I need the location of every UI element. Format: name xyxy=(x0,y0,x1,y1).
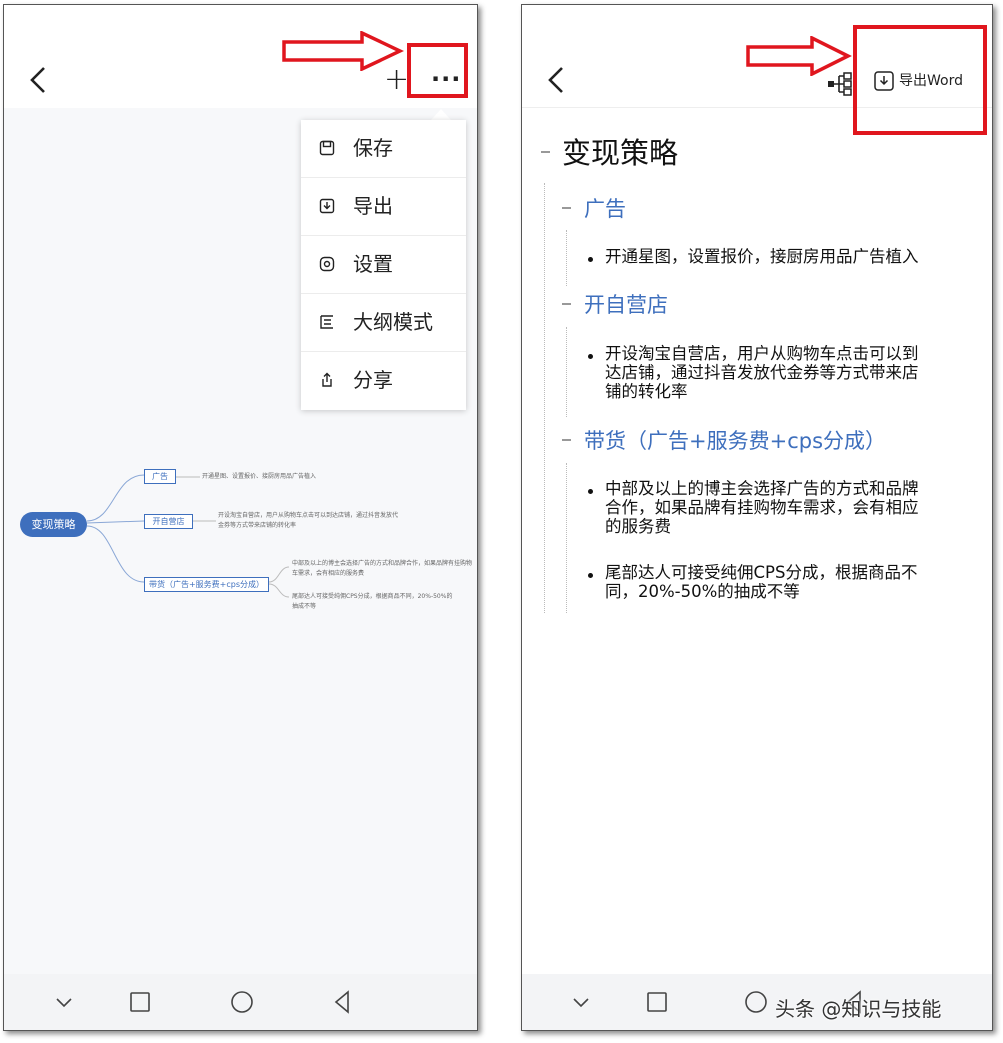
settings-icon xyxy=(319,256,335,272)
guide-line xyxy=(566,463,567,613)
outline-text-store-1[interactable]: 开设淘宝自营店，用户从购物车点击可以到 xyxy=(605,344,955,363)
highlight-box-more xyxy=(407,43,468,98)
outline-text-store-3[interactable]: 铺的转化率 xyxy=(605,382,955,401)
collapse-dash[interactable] xyxy=(541,151,550,153)
mindmap-text-ad: 开通星图、设置报价、接厨房用品广告植入 xyxy=(202,473,317,480)
bullet-dot xyxy=(588,573,593,578)
menu-label-share: 分享 xyxy=(353,368,393,392)
mindmap-node-store[interactable]: 开自营店 xyxy=(144,514,193,529)
outline-text-goods1-1[interactable]: 中部及以上的博主会选择广告的方式和品牌 xyxy=(605,479,955,498)
mindmap-text-goods-1: 中部及以上的博主会选择广告的方式和品牌合作，如果品牌有挂购物 xyxy=(292,560,473,567)
menu-caret xyxy=(431,109,451,120)
red-arrow-icon xyxy=(746,36,852,76)
outline-text-store-2[interactable]: 达店铺，通过抖音发放代金券等方式带来店 xyxy=(605,363,955,382)
bullet-dot xyxy=(588,257,593,262)
menu-label-settings: 设置 xyxy=(353,252,393,276)
mindmap-node-ad[interactable]: 广告 xyxy=(144,469,176,484)
mindmap-root[interactable]: 变现策略 xyxy=(20,512,87,537)
menu-label-save: 保存 xyxy=(353,136,393,160)
guide-line xyxy=(566,230,567,286)
outline-text-goods2-1[interactable]: 尾部达人可接受纯佣CPS分成，根据商品不 xyxy=(605,563,955,582)
more-menu: 保存 导出 设置 大纲模式 分享 xyxy=(301,120,466,410)
system-nav-bar xyxy=(4,974,477,1030)
menu-label-export: 导出 xyxy=(353,194,393,218)
save-icon xyxy=(319,140,335,156)
chevron-down-icon[interactable] xyxy=(567,988,595,1016)
export-icon xyxy=(319,198,335,214)
menu-label-outline: 大纲模式 xyxy=(353,310,433,334)
guide-line xyxy=(544,183,545,613)
red-arrow-icon xyxy=(282,31,404,71)
menu-item-export[interactable]: 导出 xyxy=(301,178,466,236)
phone-right: 导出Word 变现策略 广告 开通星图，设置报价，接厨房用品广告植入 开自营店 … xyxy=(521,4,993,1031)
mindmap-text-goods-3: 尾部达人可接受纯佣CPS分成，根据商品不同，20%-50%的 xyxy=(292,593,453,600)
outline-heading-ad[interactable]: 广告 xyxy=(584,196,626,222)
share-icon xyxy=(322,372,332,387)
outline-text-goods1-3[interactable]: 的服务费 xyxy=(605,517,955,536)
chevron-down-icon[interactable] xyxy=(50,988,78,1016)
menu-item-share[interactable]: 分享 xyxy=(301,352,466,410)
menu-item-settings[interactable]: 设置 xyxy=(301,236,466,294)
recents-icon[interactable] xyxy=(643,988,671,1016)
collapse-dash[interactable] xyxy=(562,439,571,441)
bullet-dot xyxy=(588,354,593,359)
mindmap-text-store-2: 金券等方式带来店铺的转化率 xyxy=(218,522,297,529)
guide-line xyxy=(566,327,567,417)
menu-item-save[interactable]: 保存 xyxy=(301,120,466,178)
outline-heading-goods[interactable]: 带货（广告+服务费+cps分成） xyxy=(584,428,886,454)
watermark: 头条 @知识与技能 xyxy=(775,997,942,1021)
outline-text-goods2-2[interactable]: 同，20%-50%的抽成不等 xyxy=(605,582,955,601)
home-icon[interactable] xyxy=(742,988,770,1016)
back-nav-icon[interactable] xyxy=(328,988,356,1016)
outline-title[interactable]: 变现策略 xyxy=(562,135,678,171)
collapse-dash[interactable] xyxy=(562,303,571,305)
back-icon[interactable] xyxy=(544,65,570,95)
home-icon[interactable] xyxy=(228,988,256,1016)
menu-item-outline[interactable]: 大纲模式 xyxy=(301,294,466,352)
phone-left: + ··· 变现策略 广告 开通星图、设置报价、接厨房用品广告植入 开自营店 开… xyxy=(3,4,478,1031)
outline-heading-store[interactable]: 开自营店 xyxy=(584,292,668,318)
mindmap-text-goods-2: 车需求，会有相应的服务费 xyxy=(292,570,365,577)
outline-text-goods1-2[interactable]: 合作，如果品牌有挂购物车需求，会有相应 xyxy=(605,498,955,517)
mindmap-node-goods[interactable]: 带货（广告+服务费+cps分成） xyxy=(144,577,269,592)
outline-icon xyxy=(320,315,333,329)
mindmap-text-store-1: 开设淘宝自营店，用户从购物车点击可以到达店铺，通过抖音发放代 xyxy=(218,512,399,519)
highlight-box-export xyxy=(853,25,987,135)
recents-icon[interactable] xyxy=(126,988,154,1016)
outline-text-ad[interactable]: 开通星图，设置报价，接厨房用品广告植入 xyxy=(605,247,955,266)
mindmap-text-goods-4: 抽成不等 xyxy=(292,603,317,610)
collapse-dash[interactable] xyxy=(562,207,571,209)
bullet-dot xyxy=(588,489,593,494)
